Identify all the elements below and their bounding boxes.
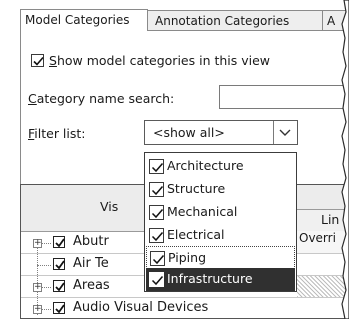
dropdown-item-infrastructure[interactable]: Infrastructure bbox=[146, 268, 295, 291]
dropdown-item-label: Architecture bbox=[167, 158, 244, 173]
plus-box-icon[interactable]: + bbox=[33, 283, 42, 292]
row-label: Air Te bbox=[73, 256, 109, 271]
header-visibility[interactable] bbox=[21, 185, 146, 232]
chevron-down-icon[interactable] bbox=[273, 121, 297, 144]
category-search-input[interactable] bbox=[219, 85, 349, 109]
show-model-categories-label: Show model categories in this view bbox=[49, 53, 271, 68]
row-label: Areas bbox=[73, 278, 110, 293]
dropdown-item-label: Structure bbox=[167, 181, 226, 196]
check-icon bbox=[55, 260, 65, 270]
row-visibility-checkbox[interactable] bbox=[53, 302, 65, 314]
show-model-categories-checkbox[interactable] bbox=[31, 54, 44, 67]
check-icon bbox=[152, 255, 165, 265]
dropdown-item-label: Piping bbox=[168, 250, 207, 265]
tree-line bbox=[37, 265, 51, 266]
dropdown-item-label: Infrastructure bbox=[167, 271, 253, 286]
row-visibility-checkbox[interactable] bbox=[53, 280, 65, 292]
row-visibility-checkbox[interactable] bbox=[53, 258, 65, 270]
check-icon bbox=[151, 186, 164, 196]
dropdown-item-piping[interactable]: Piping bbox=[146, 246, 295, 269]
check-icon bbox=[55, 282, 65, 292]
row-visibility-checkbox[interactable] bbox=[53, 236, 65, 248]
tab-label: A bbox=[327, 14, 336, 28]
check-icon bbox=[151, 163, 164, 173]
dropdown-item-checkbox[interactable] bbox=[149, 182, 164, 197]
tree-line bbox=[42, 287, 51, 288]
filter-list-text: ilter list: bbox=[34, 126, 86, 141]
dropdown-item-label: Electrical bbox=[167, 227, 225, 242]
dropdown-item-checkbox[interactable] bbox=[150, 251, 165, 266]
row-label: Audio Visual Devices bbox=[73, 300, 209, 315]
check-icon bbox=[151, 209, 164, 219]
header-visibility-text: Vis bbox=[100, 199, 119, 214]
dropdown-item-architecture[interactable]: Architecture bbox=[145, 155, 296, 178]
torn-edge-decoration bbox=[341, 0, 349, 319]
dropdown-item-structure[interactable]: Structure bbox=[145, 178, 296, 201]
check-icon bbox=[151, 232, 164, 242]
filter-list-value: <show all> bbox=[153, 125, 225, 140]
plus-box-icon[interactable]: + bbox=[33, 239, 42, 248]
dropdown-item-checkbox[interactable] bbox=[149, 205, 164, 220]
filter-list-combobox[interactable]: <show all> bbox=[144, 120, 298, 145]
row-label: Abutr bbox=[73, 234, 109, 249]
tab-model-categories[interactable]: Model Categories bbox=[20, 9, 148, 31]
tree-line bbox=[42, 243, 51, 244]
plus-box-icon[interactable]: + bbox=[33, 305, 42, 314]
dropdown-item-mechanical[interactable]: Mechanical bbox=[145, 201, 296, 224]
filter-list-label: Filter list: bbox=[28, 126, 86, 141]
dropdown-item-checkbox[interactable] bbox=[149, 272, 164, 287]
check-icon bbox=[55, 304, 65, 314]
filter-list-dropdown: Architecture Structure Mechanical Electr… bbox=[144, 152, 297, 292]
dropdown-item-label: Mechanical bbox=[167, 204, 238, 219]
tab-label: Annotation Categories bbox=[155, 14, 290, 28]
dropdown-item-checkbox[interactable] bbox=[149, 159, 164, 174]
tree-line bbox=[42, 309, 51, 310]
check-icon bbox=[33, 56, 44, 66]
category-search-label: Category name search: bbox=[28, 91, 175, 106]
dropdown-item-checkbox[interactable] bbox=[149, 228, 164, 243]
show-model-categories-text: how model categories in this view bbox=[56, 53, 271, 68]
dropdown-item-electrical[interactable]: Electrical bbox=[145, 224, 296, 247]
category-search-text: ategory name search: bbox=[36, 91, 175, 106]
tab-label: Model Categories bbox=[25, 13, 130, 27]
header-lines-text: Lin bbox=[321, 212, 340, 227]
check-icon bbox=[55, 238, 65, 248]
check-icon bbox=[151, 276, 164, 286]
tab-annotation-categories[interactable]: Annotation Categories bbox=[147, 10, 323, 31]
